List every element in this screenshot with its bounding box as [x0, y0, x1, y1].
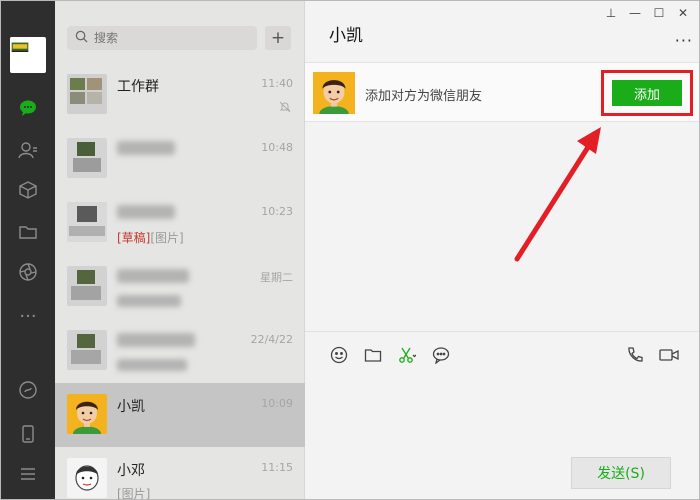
mini-program-icon[interactable] [15, 377, 41, 403]
chat-pane: 小凯 ⊥ — ☐ ✕ ··· 添加对方为微信朋友 添加 发送(S) [305, 1, 699, 499]
blurred-preview [117, 295, 181, 307]
conversation-preview: [图片] [117, 487, 151, 500]
add-friend-button[interactable]: 添加 [612, 80, 682, 106]
contact-avatar [67, 330, 107, 370]
conversation-name: 小邓 [117, 463, 145, 479]
conversation-item[interactable]: 22/4/22 [55, 319, 305, 383]
chat-bubble-icon[interactable] [431, 345, 451, 365]
conversation-item-selected[interactable]: 小凯 10:09 [55, 383, 305, 447]
add-chat-button[interactable]: + [265, 26, 291, 50]
pin-button[interactable]: ⊥ [599, 3, 623, 23]
add-friend-prompt: 添加对方为微信朋友 [365, 89, 483, 104]
mute-bell-icon [279, 101, 291, 113]
conversation-time: 星期二 [260, 271, 293, 284]
send-button[interactable]: 发送(S) [571, 457, 671, 489]
conversation-preview: [草稿][图片] [117, 229, 184, 246]
user-avatar[interactable] [10, 37, 46, 73]
call-toolbar [625, 345, 679, 365]
minimize-button[interactable]: — [623, 3, 647, 23]
preview-text: [图片] [150, 231, 184, 245]
blurred-name [117, 141, 175, 155]
blurred-name [117, 333, 195, 347]
conversation-time: 22/4/22 [250, 333, 293, 346]
more-apps-icon[interactable]: ··· [15, 303, 41, 329]
conversation-name: 小凯 [117, 399, 145, 415]
conversation-time: 11:15 [261, 461, 293, 474]
close-button[interactable]: ✕ [671, 3, 695, 23]
group-avatar [67, 74, 107, 114]
nav-rail: ··· [1, 1, 55, 499]
moments-icon[interactable] [15, 259, 41, 285]
conversation-item[interactable]: 小邓 11:15 [图片] [55, 447, 305, 500]
favorites-icon[interactable] [15, 177, 41, 203]
contacts-icon[interactable] [15, 137, 41, 163]
window-controls: ⊥ — ☐ ✕ [599, 3, 695, 23]
composer-toolbar [329, 345, 451, 365]
conversation-time: 10:09 [261, 397, 293, 410]
add-friend-banner: 添加对方为微信朋友 添加 [305, 62, 699, 122]
conversation-time: 10:48 [261, 141, 293, 154]
search-input[interactable] [94, 31, 244, 45]
video-call-icon[interactable] [659, 345, 679, 365]
conversation-time: 10:23 [261, 205, 293, 218]
conversation-item[interactable]: 工作群 11:40 [55, 63, 305, 127]
conversation-name: 工作群 [117, 79, 159, 95]
blurred-name [117, 269, 189, 283]
more-options-button[interactable]: ··· [675, 31, 693, 50]
blurred-preview [117, 359, 187, 371]
menu-icon[interactable] [15, 461, 41, 487]
voice-call-icon[interactable] [625, 345, 645, 365]
contact-avatar [67, 202, 107, 242]
composer-divider [305, 331, 699, 332]
blurred-name [117, 205, 175, 219]
chat-icon[interactable] [15, 95, 41, 121]
phone-icon[interactable] [15, 421, 41, 447]
files-icon[interactable] [15, 219, 41, 245]
folder-icon[interactable] [363, 345, 383, 365]
conversation-item[interactable]: 10:23 [草稿][图片] [55, 191, 305, 255]
conversation-list: 工作群 11:40 10:48 10:23 [草稿][图片] 星期二 22/4/… [55, 63, 305, 500]
search-box[interactable] [67, 26, 257, 50]
contact-avatar [67, 394, 107, 434]
search-icon [75, 30, 88, 47]
chat-title: 小凯 [329, 26, 363, 46]
emoji-icon[interactable] [329, 345, 349, 365]
conversation-list-panel: + 工作群 11:40 10:48 [55, 1, 305, 500]
contact-avatar [67, 138, 107, 178]
contact-avatar [67, 458, 107, 498]
conversation-item[interactable]: 星期二 [55, 255, 305, 319]
annotation-arrow [514, 127, 601, 262]
contact-avatar [67, 266, 107, 306]
wechat-window: ··· + 工作群 11:40 [0, 0, 700, 500]
conversation-item[interactable]: 10:48 [55, 127, 305, 191]
draft-tag: [草稿] [117, 231, 151, 245]
scissors-icon[interactable] [397, 345, 417, 365]
maximize-button[interactable]: ☐ [647, 3, 671, 23]
friend-avatar [313, 72, 355, 114]
conversation-time: 11:40 [261, 77, 293, 90]
